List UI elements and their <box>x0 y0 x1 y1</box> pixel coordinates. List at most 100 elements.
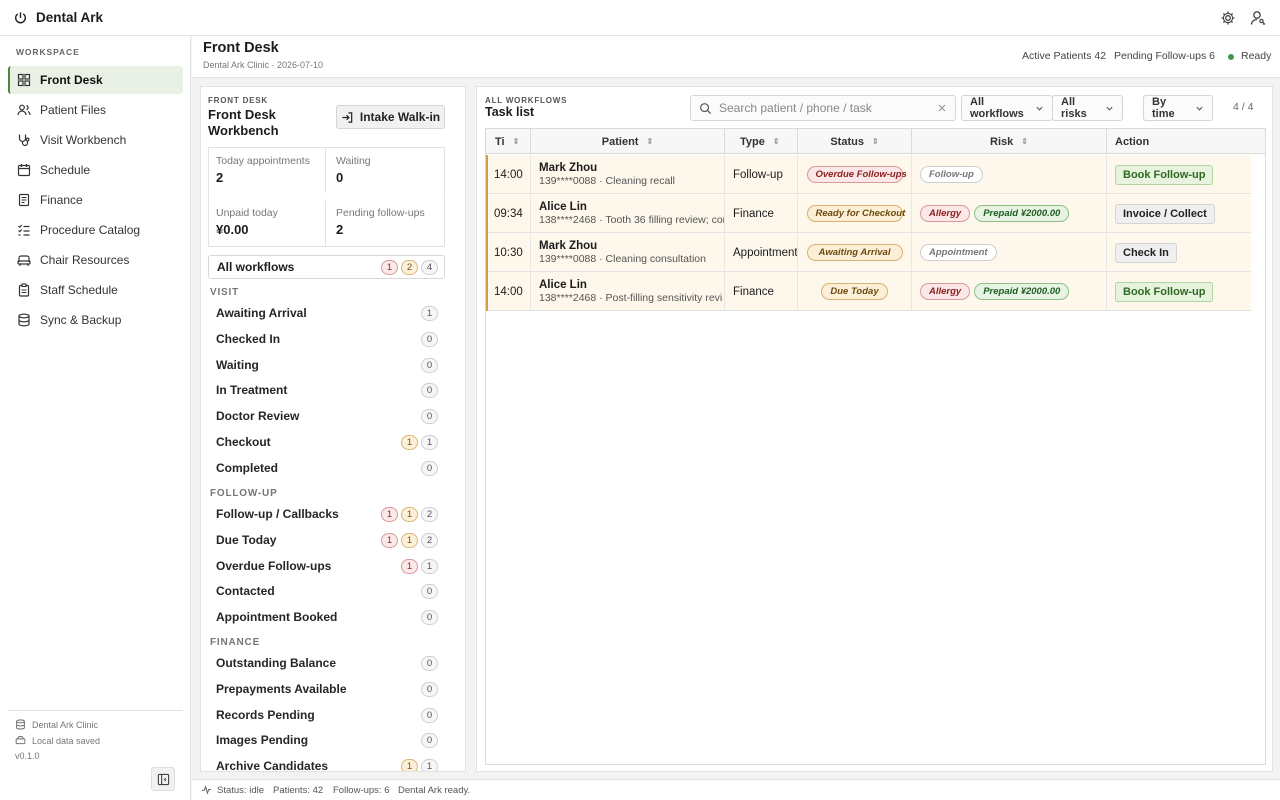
task-table: Ti ⇕ Patient ⇕ Type ⇕ Status ⇕ Risk ⇕ Action … <box>485 128 1266 765</box>
workflow-item-label: Checkout <box>216 435 271 449</box>
risk-tag: Appointment <box>920 244 997 261</box>
workflow-item[interactable]: Due Today 1 1 2 <box>216 530 438 550</box>
column-risk[interactable]: Risk ⇕ <box>912 129 1107 154</box>
patient-name: Alice Lin <box>539 201 587 213</box>
workflow-item[interactable]: Follow-up / Callbacks 1 1 2 <box>216 504 438 524</box>
section-follow-up: FOLLOW-UP <box>210 488 278 499</box>
sidebar-item-front-desk[interactable]: Front Desk <box>8 66 183 94</box>
workflow-item[interactable]: Appointment Booked 0 <box>216 607 438 627</box>
count-badge: 1 <box>401 759 418 771</box>
sort-icon: ⇕ <box>871 137 879 146</box>
storage-info: Local data saved <box>15 735 100 746</box>
status-cell: Due Today <box>798 272 912 311</box>
column-action: Action <box>1115 135 1150 148</box>
risk-cell: Allergy Prepaid ¥2000.00 <box>912 194 1107 233</box>
sidebar-item-visit-workbench[interactable]: Visit Workbench <box>8 126 183 154</box>
table-row[interactable]: 14:00 Mark Zhou 139****0088 · Cleaning rec… <box>486 155 1251 194</box>
column-patient[interactable]: Patient ⇕ <box>531 129 725 154</box>
sidebar-item-procedure-catalog[interactable]: Procedure Catalog <box>8 216 183 244</box>
sidebar-item-schedule[interactable]: Schedule <box>8 156 183 184</box>
sidebar-item-chair-resources[interactable]: Chair Resources <box>8 246 183 274</box>
column-status[interactable]: Status ⇕ <box>798 129 912 154</box>
sidebar-item-sync-backup[interactable]: Sync & Backup <box>8 306 183 334</box>
action-cell: Book Follow-up <box>1107 272 1251 311</box>
column-time[interactable]: Ti ⇕ <box>486 129 531 154</box>
workflow-item[interactable]: In Treatment 0 <box>216 380 438 400</box>
workflow-item[interactable]: Records Pending 0 <box>216 705 438 725</box>
risk-tag: Prepaid ¥2000.00 <box>974 205 1070 222</box>
row-action-button[interactable]: Check In <box>1115 242 1177 263</box>
status-text: Status: idle <box>217 785 264 796</box>
action-cell: Invoice / Collect <box>1107 194 1251 233</box>
sidebar-item-staff-schedule[interactable]: Staff Schedule <box>8 276 183 304</box>
receipt-icon <box>17 193 31 207</box>
workflow-item[interactable]: Outstanding Balance 0 <box>216 653 438 673</box>
sidebar-item-label: Staff Schedule <box>40 283 118 297</box>
workflow-item[interactable]: Contacted 0 <box>216 581 438 601</box>
app-logo-icon <box>14 11 27 24</box>
count-badge: 0 <box>421 584 438 600</box>
workflow-item[interactable]: Images Pending 0 <box>216 730 438 750</box>
workflow-item[interactable]: Archive Candidates 1 1 <box>216 756 438 771</box>
workflow-item-label: Prepayments Available <box>216 681 347 696</box>
table-row[interactable]: 09:34 Alice Lin 138****2468 · Tooth 36 fil… <box>486 194 1251 233</box>
pending-followups-stat: Pending Follow-ups 6 <box>1114 50 1215 62</box>
sidebar-item-patient-files[interactable]: Patient Files <box>8 96 183 124</box>
workflow-item[interactable]: Doctor Review 0 <box>216 406 438 426</box>
intake-label: Intake Walk-in <box>359 110 441 124</box>
workflow-item[interactable]: Awaiting Arrival 1 <box>216 303 438 323</box>
stethoscope-icon <box>17 133 31 147</box>
workflow-item[interactable]: Checked In 0 <box>216 329 438 349</box>
workflow-item-label: Contacted <box>216 584 275 599</box>
workflow-item-label: In Treatment <box>216 383 288 398</box>
intake-walk-in-button[interactable]: Intake Walk-in <box>336 105 445 129</box>
sidebar-item-label: Procedure Catalog <box>40 223 141 237</box>
sign-in-icon <box>341 111 354 124</box>
count-badge: 0 <box>421 383 438 399</box>
risk-filter-select[interactable]: All risks <box>1052 95 1123 121</box>
workflow-item[interactable]: Checkout 1 1 <box>216 432 438 452</box>
workflow-item-label: Checked In <box>216 331 281 346</box>
table-row[interactable]: 14:00 Alice Lin 138****2468 · Post-filling… <box>486 272 1251 311</box>
sort-select[interactable]: By time <box>1143 95 1213 121</box>
panel-kicker: FRONT DESK <box>208 96 268 105</box>
clinic-info: Dental Ark Clinic <box>15 719 98 730</box>
collapse-sidebar-button[interactable] <box>151 767 175 791</box>
sidebar-item-label: Front Desk <box>40 73 103 87</box>
settings-gear-icon[interactable] <box>1219 9 1237 27</box>
workflow-filter-select[interactable]: All workflows <box>961 95 1053 121</box>
time-cell: 10:30 <box>486 233 531 272</box>
row-action-button[interactable]: Invoice / Collect <box>1115 203 1215 224</box>
workflow-item[interactable]: Completed 0 <box>216 458 438 478</box>
status-message: Dental Ark ready. <box>398 785 471 796</box>
workflow-item-label: Outstanding Balance <box>216 656 337 670</box>
column-type[interactable]: Type ⇕ <box>725 129 798 154</box>
task-list-panel: ALL WORKFLOWS Task list All workflows Al… <box>476 86 1273 772</box>
section-finance: FINANCE <box>210 637 261 648</box>
count-badge: 0 <box>421 610 438 626</box>
workflow-item[interactable]: Waiting 0 <box>216 355 438 375</box>
patient-cell: Alice Lin 138****2468 · Tooth 36 filling … <box>531 194 725 233</box>
stat-today-appointments: Today appointments 2 <box>216 155 310 185</box>
search-input[interactable] <box>719 101 929 115</box>
count-badge: 1 <box>381 507 398 522</box>
row-action-button[interactable]: Book Follow-up <box>1115 164 1214 185</box>
clear-search-icon[interactable] <box>937 103 947 113</box>
patient-name: Alice Lin <box>539 279 587 291</box>
chevron-down-icon <box>1105 104 1114 113</box>
user-key-icon[interactable] <box>1249 9 1267 27</box>
all-workflows-filter[interactable]: All workflows 1 2 4 <box>208 255 445 279</box>
patient-detail: 139****0088 · Cleaning consultation <box>539 253 706 265</box>
drive-icon <box>15 735 26 746</box>
workflow-item[interactable]: Overdue Follow-ups 1 1 <box>216 556 438 576</box>
table-row[interactable]: 10:30 Mark Zhou 139****0088 · Cleaning con… <box>486 233 1251 272</box>
sidebar-item-finance[interactable]: Finance <box>8 186 183 214</box>
sidebar: WORKSPACE Front Desk Patient Files Visit… <box>0 36 191 800</box>
active-patients-stat: Active Patients 42 <box>1022 50 1107 62</box>
workflow-item[interactable]: Prepayments Available 0 <box>216 679 438 699</box>
stat-unpaid-today: Unpaid today ¥0.00 <box>216 207 278 237</box>
workflow-item-label: Follow-up / Callbacks <box>216 507 339 521</box>
users-icon <box>17 103 31 117</box>
row-action-button[interactable]: Book Follow-up <box>1115 281 1214 302</box>
ready-status-dot <box>1228 54 1234 60</box>
